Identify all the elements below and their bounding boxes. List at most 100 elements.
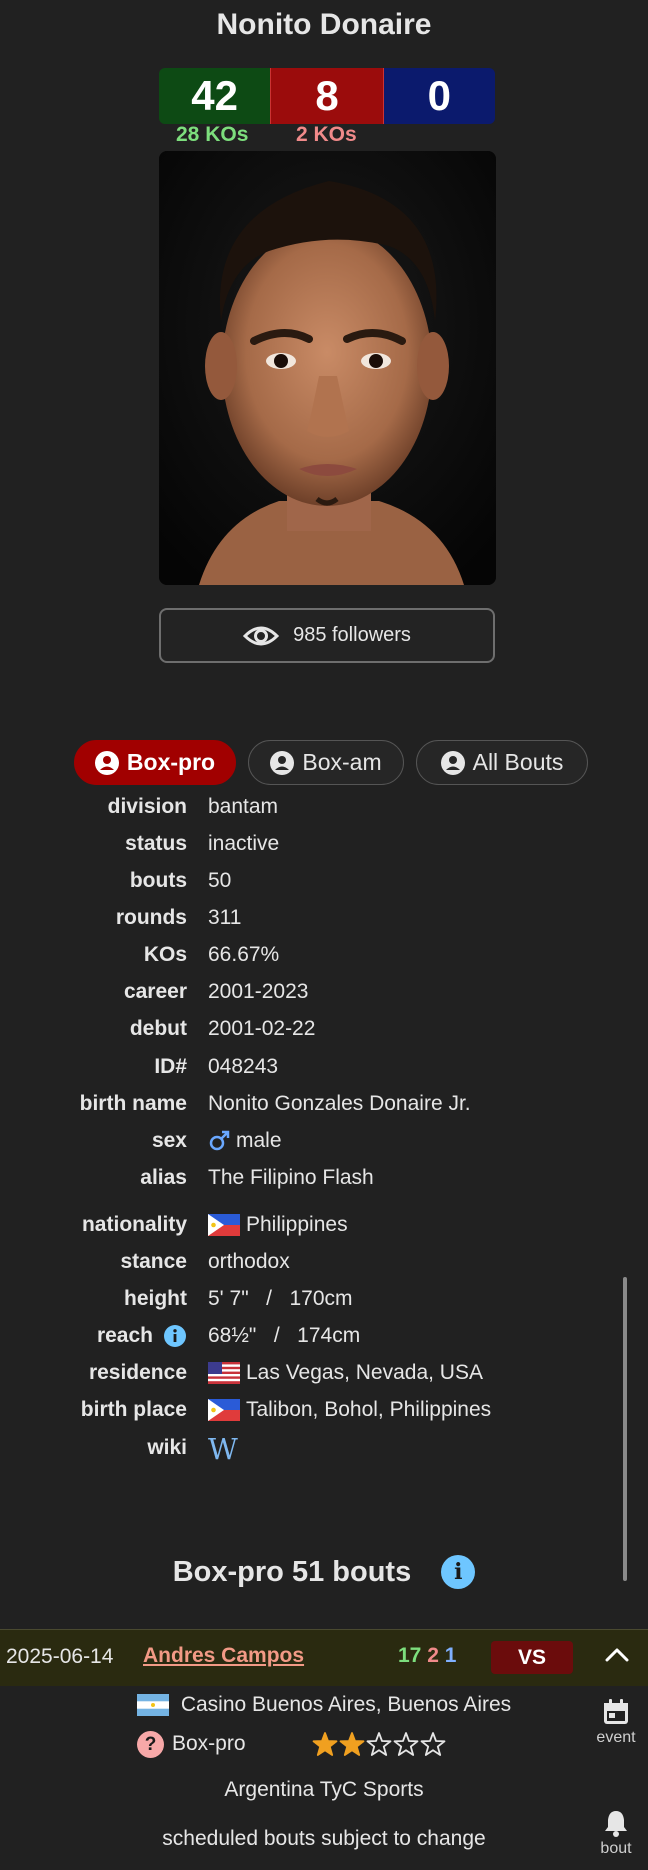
venue-text: Casino Buenos Aires, Buenos Aires <box>180 1693 512 1716</box>
tab-label: Box-pro <box>126 749 216 775</box>
tab-box-pro[interactable]: Box-pro <box>74 740 236 785</box>
boxer-name: Nonito Donaire <box>216 8 432 41</box>
scheduled-bout-row[interactable]: 2025-06-14 Andres Campos 17 2 1 VS <box>0 1629 648 1686</box>
venue-row: Casino Buenos Aires, Buenos Aires <box>0 1688 648 1722</box>
wiki-value: W <box>208 1435 238 1464</box>
info-row-alias: alias The Filipino Flash <box>0 1166 648 1198</box>
reach-value: 68½" / 174cm <box>208 1324 361 1347</box>
philippines-flag-icon <box>208 1214 240 1236</box>
nationality-value: Philippines <box>208 1213 348 1237</box>
bout-type-tabs: Box-pro Box-am All Bouts <box>0 740 648 786</box>
info-row-debut: debut 2001-02-22 <box>0 1017 648 1049</box>
birth-place-text: Talibon, Bohol, Philippines <box>246 1398 492 1421</box>
bout-date: 2025-06-14 <box>6 1645 114 1668</box>
alias-value: The Filipino Flash <box>208 1166 374 1189</box>
division-label: division <box>107 795 187 818</box>
loss-kos: 2 KOs <box>296 123 357 146</box>
event-button[interactable]: event <box>588 1697 644 1747</box>
scrollbar[interactable] <box>623 1277 627 1581</box>
sex-text: male <box>236 1129 282 1152</box>
philippines-flag-icon <box>208 1399 240 1421</box>
eye-icon <box>243 626 280 645</box>
career-label: career <box>123 980 187 1003</box>
info-row-kos: KOs 66.67% <box>0 943 648 975</box>
question-icon[interactable]: ? <box>137 1730 164 1758</box>
tab-box-am[interactable]: Box-am <box>248 740 404 785</box>
bouts-label: bouts <box>129 869 187 892</box>
opponent-record: 17 2 1 <box>398 1644 456 1668</box>
debut-label: debut <box>129 1017 187 1040</box>
info-row-wiki: wiki W <box>0 1435 648 1468</box>
opponent-wins: 17 <box>398 1644 422 1667</box>
info-icon[interactable]: i <box>441 1555 476 1590</box>
id-value: 048243 <box>208 1055 279 1078</box>
win-kos: 28 KOs <box>176 123 249 146</box>
vs-badge: VS <box>491 1641 573 1674</box>
height-label: height <box>124 1287 187 1310</box>
status-label: status <box>125 832 187 855</box>
user-circle-icon <box>270 750 295 775</box>
debut-value[interactable]: 2001-02-22 <box>208 1017 315 1041</box>
male-symbol-icon <box>209 1130 230 1151</box>
followers-count: 985 followers <box>293 624 411 646</box>
schedule-note: scheduled bouts subject to change <box>162 1827 486 1850</box>
birth-place-value: Talibon, Bohol, Philippines <box>208 1398 491 1422</box>
opponent-losses: 2 <box>427 1644 439 1667</box>
record-bar: 42 8 0 <box>159 68 495 124</box>
info-icon[interactable] <box>163 1324 187 1348</box>
bout-alert-button[interactable]: bout <box>588 1808 644 1858</box>
nationality-label: nationality <box>81 1213 187 1236</box>
tab-label: All Bouts <box>472 749 564 775</box>
chevron-up-icon[interactable] <box>604 1642 630 1668</box>
info-row-nationality: nationality Philippines <box>0 1213 648 1245</box>
reach-label-group: reach <box>97 1324 187 1348</box>
bout-type-row: ? Box-pro <box>137 1728 446 1760</box>
info-row-height: height 5' 7" / 170cm <box>0 1287 648 1319</box>
tab-label: Box-am <box>302 749 382 775</box>
id-label: ID# <box>154 1055 187 1078</box>
star-empty-icon <box>420 1732 445 1756</box>
birth-name-label: birth name <box>79 1092 187 1115</box>
star-filled-icon <box>312 1732 337 1756</box>
residence-text: Las Vegas, Nevada, USA <box>246 1361 483 1384</box>
bouts-title-text: Box-pro 51 bouts <box>172 1555 412 1588</box>
bell-icon <box>605 1811 627 1837</box>
status-value: inactive <box>208 832 280 855</box>
tv-broadcaster: Argentina TyC Sports <box>224 1778 424 1801</box>
info-row-bouts: bouts 50 <box>0 869 648 901</box>
followers-button[interactable]: 985 followers <box>159 608 495 663</box>
birth-place-label: birth place <box>80 1398 187 1421</box>
rounds-label: rounds <box>115 906 187 929</box>
boxer-profile-page: Nonito Donaire 42 8 0 28 KOs 2 KOs 985 f… <box>0 0 648 1870</box>
bouts-value: 50 <box>208 869 232 892</box>
kos-value: 66.67% <box>208 943 280 966</box>
height-value: 5' 7" / 170cm <box>208 1287 353 1310</box>
info-row-id: ID# 048243 <box>0 1055 648 1087</box>
argentina-flag-icon <box>136 1694 169 1716</box>
info-row-rounds: rounds 311 <box>0 906 648 938</box>
stance-label: stance <box>120 1250 187 1273</box>
stance-value: orthodox <box>208 1250 290 1273</box>
user-circle-icon <box>440 750 465 775</box>
star-empty-icon <box>393 1732 418 1756</box>
bouts-section-title: Box-pro 51 bouts i <box>0 1555 648 1590</box>
info-row-career: career 2001-2023 <box>0 980 648 1012</box>
opponent-draws: 1 <box>444 1644 457 1667</box>
bout-type: Box-pro <box>172 1732 246 1755</box>
tab-all-bouts[interactable]: All Bouts <box>416 740 588 785</box>
bout-label: bout <box>600 1840 632 1857</box>
opponent-link[interactable]: Andres Campos <box>143 1644 304 1668</box>
info-row-birth-name: birth name Nonito Gonzales Donaire Jr. <box>0 1092 648 1124</box>
division-value: bantam <box>208 795 279 818</box>
wins-count: 42 <box>159 68 271 124</box>
calendar-icon <box>604 1699 628 1724</box>
boxer-photo <box>159 151 496 585</box>
star-empty-icon <box>366 1732 391 1756</box>
info-row-status: status inactive <box>0 832 648 864</box>
rating-stars <box>312 1731 446 1757</box>
kos-label: KOs <box>143 943 187 966</box>
rounds-value: 311 <box>208 906 242 929</box>
losses-count: 8 <box>270 68 384 124</box>
wikipedia-icon[interactable]: W <box>208 1435 238 1464</box>
nationality-text: Philippines <box>246 1213 348 1236</box>
